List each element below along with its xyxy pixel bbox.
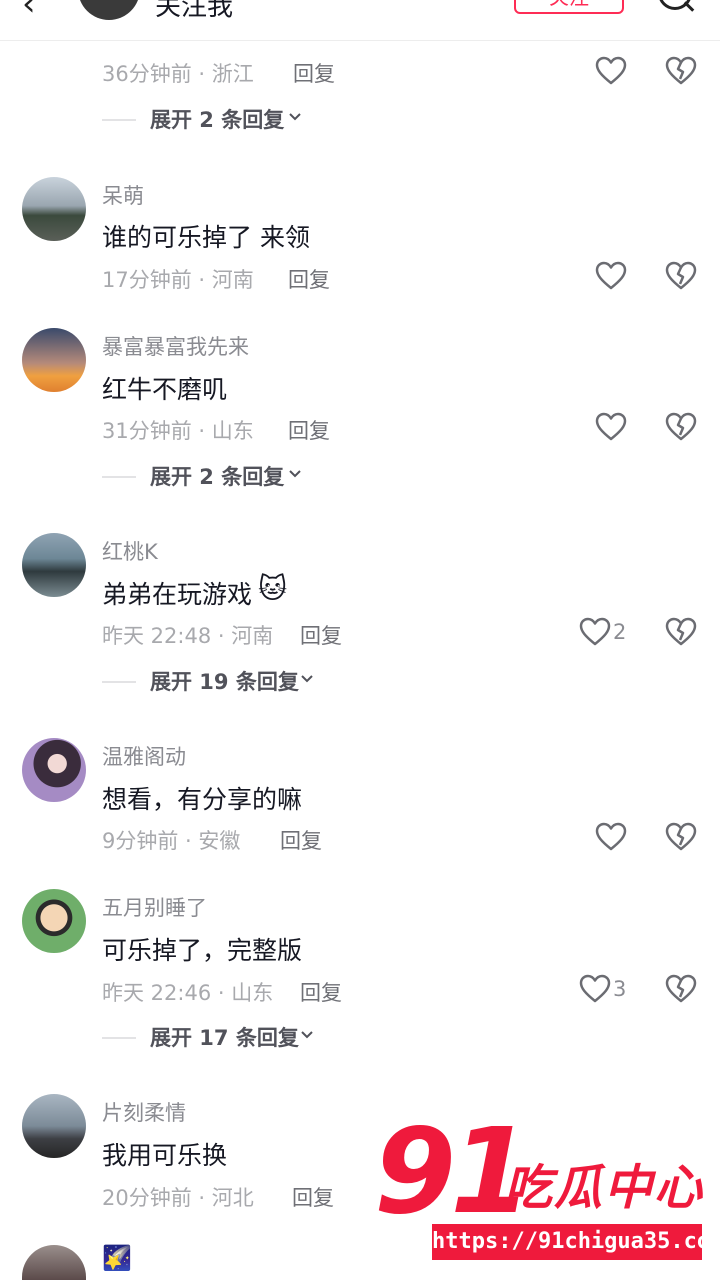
comment-time-location: 昨天 22:48 · 河南 [102,624,274,648]
broken-heart-icon[interactable] [664,972,698,1006]
heart-icon[interactable] [594,259,628,293]
expand-replies-label[interactable]: 展开 19 条回复 [150,666,299,696]
reply-button[interactable]: 回复 [280,825,322,855]
expand-divider [102,681,136,683]
heart-icon[interactable] [594,820,628,854]
comment-time-location: 36分钟前 · 浙江 [102,62,254,86]
comment-text: 我用可乐换 [102,1141,228,1170]
chevron-down-icon [301,675,313,683]
chevron-down-icon [289,113,301,121]
comment-username[interactable]: 暴富暴富我先来 [102,331,249,361]
avatar[interactable] [22,738,86,802]
reply-button[interactable]: 回复 [300,977,342,1007]
avatar[interactable] [22,1245,86,1280]
heart-icon[interactable] [578,615,612,649]
reply-button[interactable]: 回复 [292,1182,334,1212]
avatar[interactable] [22,889,86,953]
comment-username[interactable]: 红桃K [102,536,158,566]
comment-username[interactable]: 片刻柔情 [102,1097,186,1127]
author-name[interactable]: 关注我 [155,0,233,23]
expand-divider [102,476,136,478]
top-bar: ‹ 关注我 关注 [0,0,720,41]
cat-emoji: 🐱 [258,572,288,605]
comment-time-location: 31分钟前 · 山东 [102,419,254,443]
broken-heart-icon[interactable] [664,820,698,854]
comment-text: 可乐掉了，完整版 [102,936,303,965]
avatar[interactable] [22,328,86,392]
heart-icon[interactable] [578,972,612,1006]
reply-button[interactable]: 回复 [300,620,342,650]
comment-username[interactable]: 温雅阁动 [102,741,186,771]
like-count: 3 [613,977,627,1001]
broken-heart-icon[interactable] [664,615,698,649]
follow-button[interactable]: 关注 [514,0,624,14]
comment-text: 谁的可乐掉了 来领 [102,223,310,252]
comment-time-location: 17分钟前 · 河南 [102,268,254,292]
username-emoji: 🌠 [102,1244,132,1272]
watermark-text: 吃瓜中心 [504,1160,705,1216]
comment-time-location: 9分钟前 · 安徽 [102,829,241,853]
comment-time-location: 20分钟前 · 河北 [102,1186,254,1210]
reply-button[interactable]: 回复 [288,415,330,445]
comment-time-location: 昨天 22:46 · 山东 [102,981,274,1005]
comment-text: 想看，有分享的嘛 [102,785,303,814]
avatar[interactable] [22,177,86,241]
comment-username[interactable]: 五月别睡了 [102,892,207,922]
broken-heart-icon[interactable] [664,54,698,88]
chevron-down-icon [289,470,301,478]
heart-icon[interactable] [594,54,628,88]
chevron-down-icon [301,1031,313,1039]
avatar[interactable] [22,533,86,597]
avatar[interactable] [22,1094,86,1158]
reply-button[interactable]: 回复 [288,264,330,294]
watermark-logo: 91 吃瓜中心 https://91chigua35.com [370,1102,720,1270]
heart-icon[interactable] [594,410,628,444]
expand-replies-label[interactable]: 展开 17 条回复 [150,1022,299,1052]
comment-text: 弟弟在玩游戏 [102,580,253,609]
search-icon[interactable] [658,0,692,10]
author-avatar[interactable] [78,0,140,20]
expand-divider [102,119,136,121]
broken-heart-icon[interactable] [664,410,698,444]
expand-divider [102,1037,136,1039]
comment-username[interactable]: 呆萌 [102,180,144,210]
back-arrow-icon[interactable]: ‹ [22,0,36,24]
expand-replies-label[interactable]: 展开 2 条回复 [150,461,284,491]
watermark-url: https://91chigua35.com [432,1224,720,1260]
reply-button[interactable]: 回复 [293,58,335,88]
broken-heart-icon[interactable] [664,259,698,293]
like-count: 2 [613,620,627,644]
comment-text: 红牛不磨叽 [102,375,228,404]
expand-replies-label[interactable]: 展开 2 条回复 [150,104,284,134]
